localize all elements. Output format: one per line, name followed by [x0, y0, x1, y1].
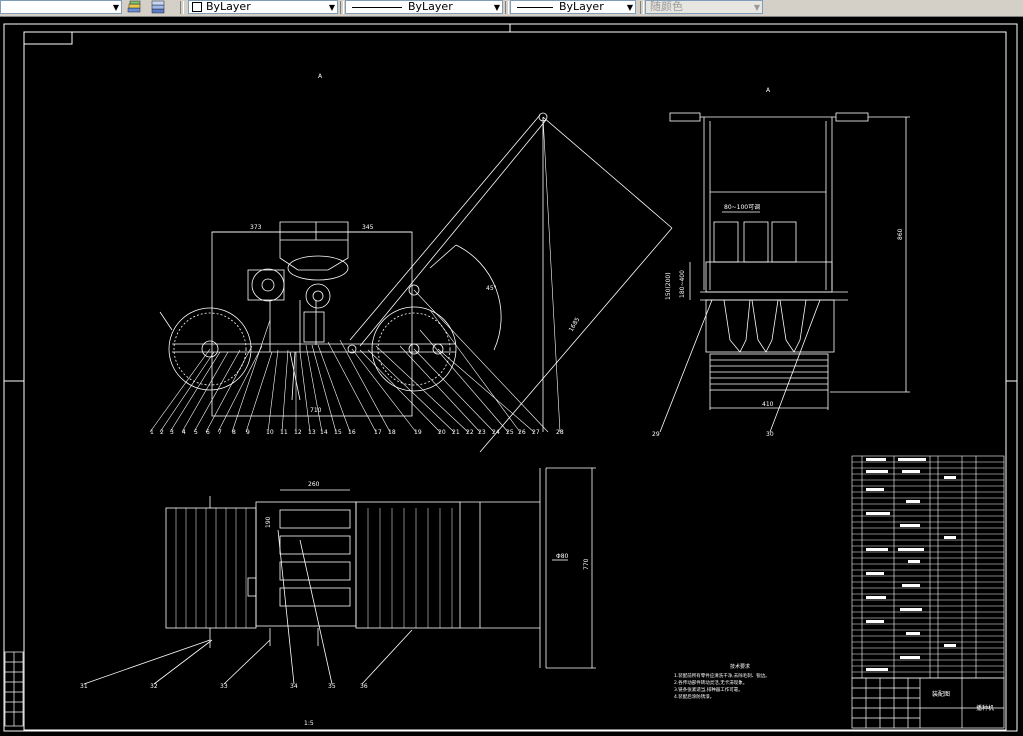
front-view	[659, 112, 910, 433]
part-label-32: 32	[150, 683, 158, 690]
part-label-28: 28	[556, 429, 564, 436]
toolbar-separator	[340, 1, 344, 14]
toolbar-separator	[640, 1, 644, 14]
dim-1685: 1685	[568, 316, 582, 333]
part-label-25: 25	[506, 429, 514, 436]
part-label-36: 36	[360, 683, 368, 690]
tech-line-2: 2.各传动部件转动灵活,无卡滞现象。	[674, 679, 747, 686]
part-label-13: 13	[308, 429, 316, 436]
part-label-18: 18	[388, 429, 396, 436]
front-view-labels: 80~100可调 410 860 150(200) 180~400 29 30	[652, 203, 904, 438]
dim-345: 345	[362, 224, 374, 231]
view-mark-a-front: A	[766, 87, 771, 94]
layer-states-icon[interactable]	[126, 0, 142, 15]
part-label-3: 3	[170, 429, 174, 436]
part-label-8: 8	[232, 429, 236, 436]
part-label-22: 22	[466, 429, 474, 436]
layer-dropdown[interactable]: ▼	[0, 0, 122, 14]
toolbar-separator	[505, 1, 509, 14]
part-label-12: 12	[294, 429, 302, 436]
part-label-24: 24	[492, 429, 500, 436]
dim-860: 860	[897, 228, 904, 240]
color-value: ByLayer	[206, 0, 251, 13]
bom-text-blocks	[866, 458, 956, 671]
lineweight-value: ByLayer	[559, 0, 604, 13]
part-label-7: 7	[218, 429, 222, 436]
tech-line-1: 1.装配前所有零件应清洗干净,去除毛刺、锐边。	[674, 672, 770, 679]
part-label-35: 35	[328, 683, 336, 690]
part-label-30: 30	[766, 431, 774, 438]
part-label-14: 14	[320, 429, 328, 436]
part-label-21: 21	[452, 429, 460, 436]
layer-stack-icon	[151, 0, 165, 14]
part-label-31: 31	[80, 683, 88, 690]
part-label-20: 20	[438, 429, 446, 436]
color-dropdown[interactable]: ByLayer ▼	[188, 0, 338, 14]
part-label-34: 34	[290, 683, 298, 690]
drawing-canvas[interactable]: 373 345 710 1685 45° A A 1 2 3 4 5 6 7 8…	[0, 17, 1023, 736]
properties-toolbar: ▼ ByLayer ▼ ByLayer ▼ ByLayer ▼ 随颜色 ▼	[0, 0, 1023, 17]
layer-previous-icon[interactable]	[150, 0, 166, 15]
linetype-dropdown[interactable]: ByLayer ▼	[345, 0, 503, 14]
chevron-down-icon: ▼	[328, 3, 335, 12]
view-mark-a: A	[318, 73, 323, 80]
chevron-down-icon: ▼	[753, 3, 760, 12]
side-view-labels: 373 345 710 1685 45° A A 1 2 3 4 5 6 7 8…	[150, 73, 771, 436]
lineweight-dropdown[interactable]: ByLayer ▼	[510, 0, 636, 14]
dim-150-200: 150(200)	[665, 272, 672, 300]
chevron-down-icon: ▼	[493, 3, 500, 12]
part-label-1: 1	[150, 429, 154, 436]
dim-770: 770	[583, 558, 590, 570]
part-label-10: 10	[266, 429, 274, 436]
title-block-text: 装配图 播种机	[932, 690, 994, 712]
chevron-down-icon: ▼	[112, 3, 119, 12]
title-drawing-name: 播种机	[976, 704, 994, 712]
color-swatch	[192, 2, 202, 12]
part-label-11: 11	[280, 429, 288, 436]
part-label-6: 6	[206, 429, 210, 436]
plotstyle-value: 随颜色	[650, 0, 683, 13]
tech-requirements: 技术要求 1.装配前所有零件应清洗干净,去除毛刺、锐边。 2.各传动部件转动灵活…	[674, 663, 770, 700]
tech-line-4: 4.装配后涂防锈漆。	[674, 693, 714, 700]
dim-180-400: 180~400	[679, 270, 686, 298]
revision-table	[4, 651, 24, 727]
part-label-17: 17	[374, 429, 382, 436]
part-label-29: 29	[652, 431, 660, 438]
part-label-16: 16	[348, 429, 356, 436]
dim-710: 710	[310, 407, 322, 414]
dim-260: 260	[308, 481, 320, 488]
plan-view-labels: 260 190 Φ80 770 31 32 33 34 35 36 1:5	[80, 481, 590, 727]
part-label-5: 5	[194, 429, 198, 436]
toolbar-separator	[180, 1, 184, 14]
plotstyle-dropdown: 随颜色 ▼	[645, 0, 763, 14]
linetype-sample	[352, 6, 402, 8]
tech-title: 技术要求	[730, 663, 750, 670]
part-label-4: 4	[182, 429, 186, 436]
part-label-23: 23	[478, 429, 486, 436]
part-label-2: 2	[160, 429, 164, 436]
dim-373: 373	[250, 224, 262, 231]
side-view	[149, 112, 673, 453]
scale-note: 1:5	[304, 720, 314, 727]
part-label-27: 27	[532, 429, 540, 436]
layers-icon	[127, 0, 141, 13]
title-drawing-type: 装配图	[932, 690, 950, 698]
chevron-down-icon: ▼	[626, 3, 633, 12]
dim-phi80: Φ80	[556, 553, 569, 560]
dim-angle: 45°	[486, 285, 497, 292]
linetype-value: ByLayer	[408, 0, 453, 13]
plan-view	[83, 467, 596, 685]
part-label-33: 33	[220, 683, 228, 690]
tech-line-3: 3.链条张紧适当,排种器工作可靠。	[674, 686, 743, 693]
part-label-26: 26	[518, 429, 526, 436]
part-label-15: 15	[334, 429, 342, 436]
part-label-9: 9	[246, 429, 250, 436]
drawing-frame	[3, 23, 1018, 732]
part-label-19: 19	[414, 429, 422, 436]
dim-410: 410	[762, 401, 774, 408]
dim-80-100: 80~100可调	[724, 203, 760, 211]
title-block	[851, 677, 1005, 729]
lineweight-sample	[517, 6, 553, 8]
dim-190: 190	[265, 516, 272, 528]
